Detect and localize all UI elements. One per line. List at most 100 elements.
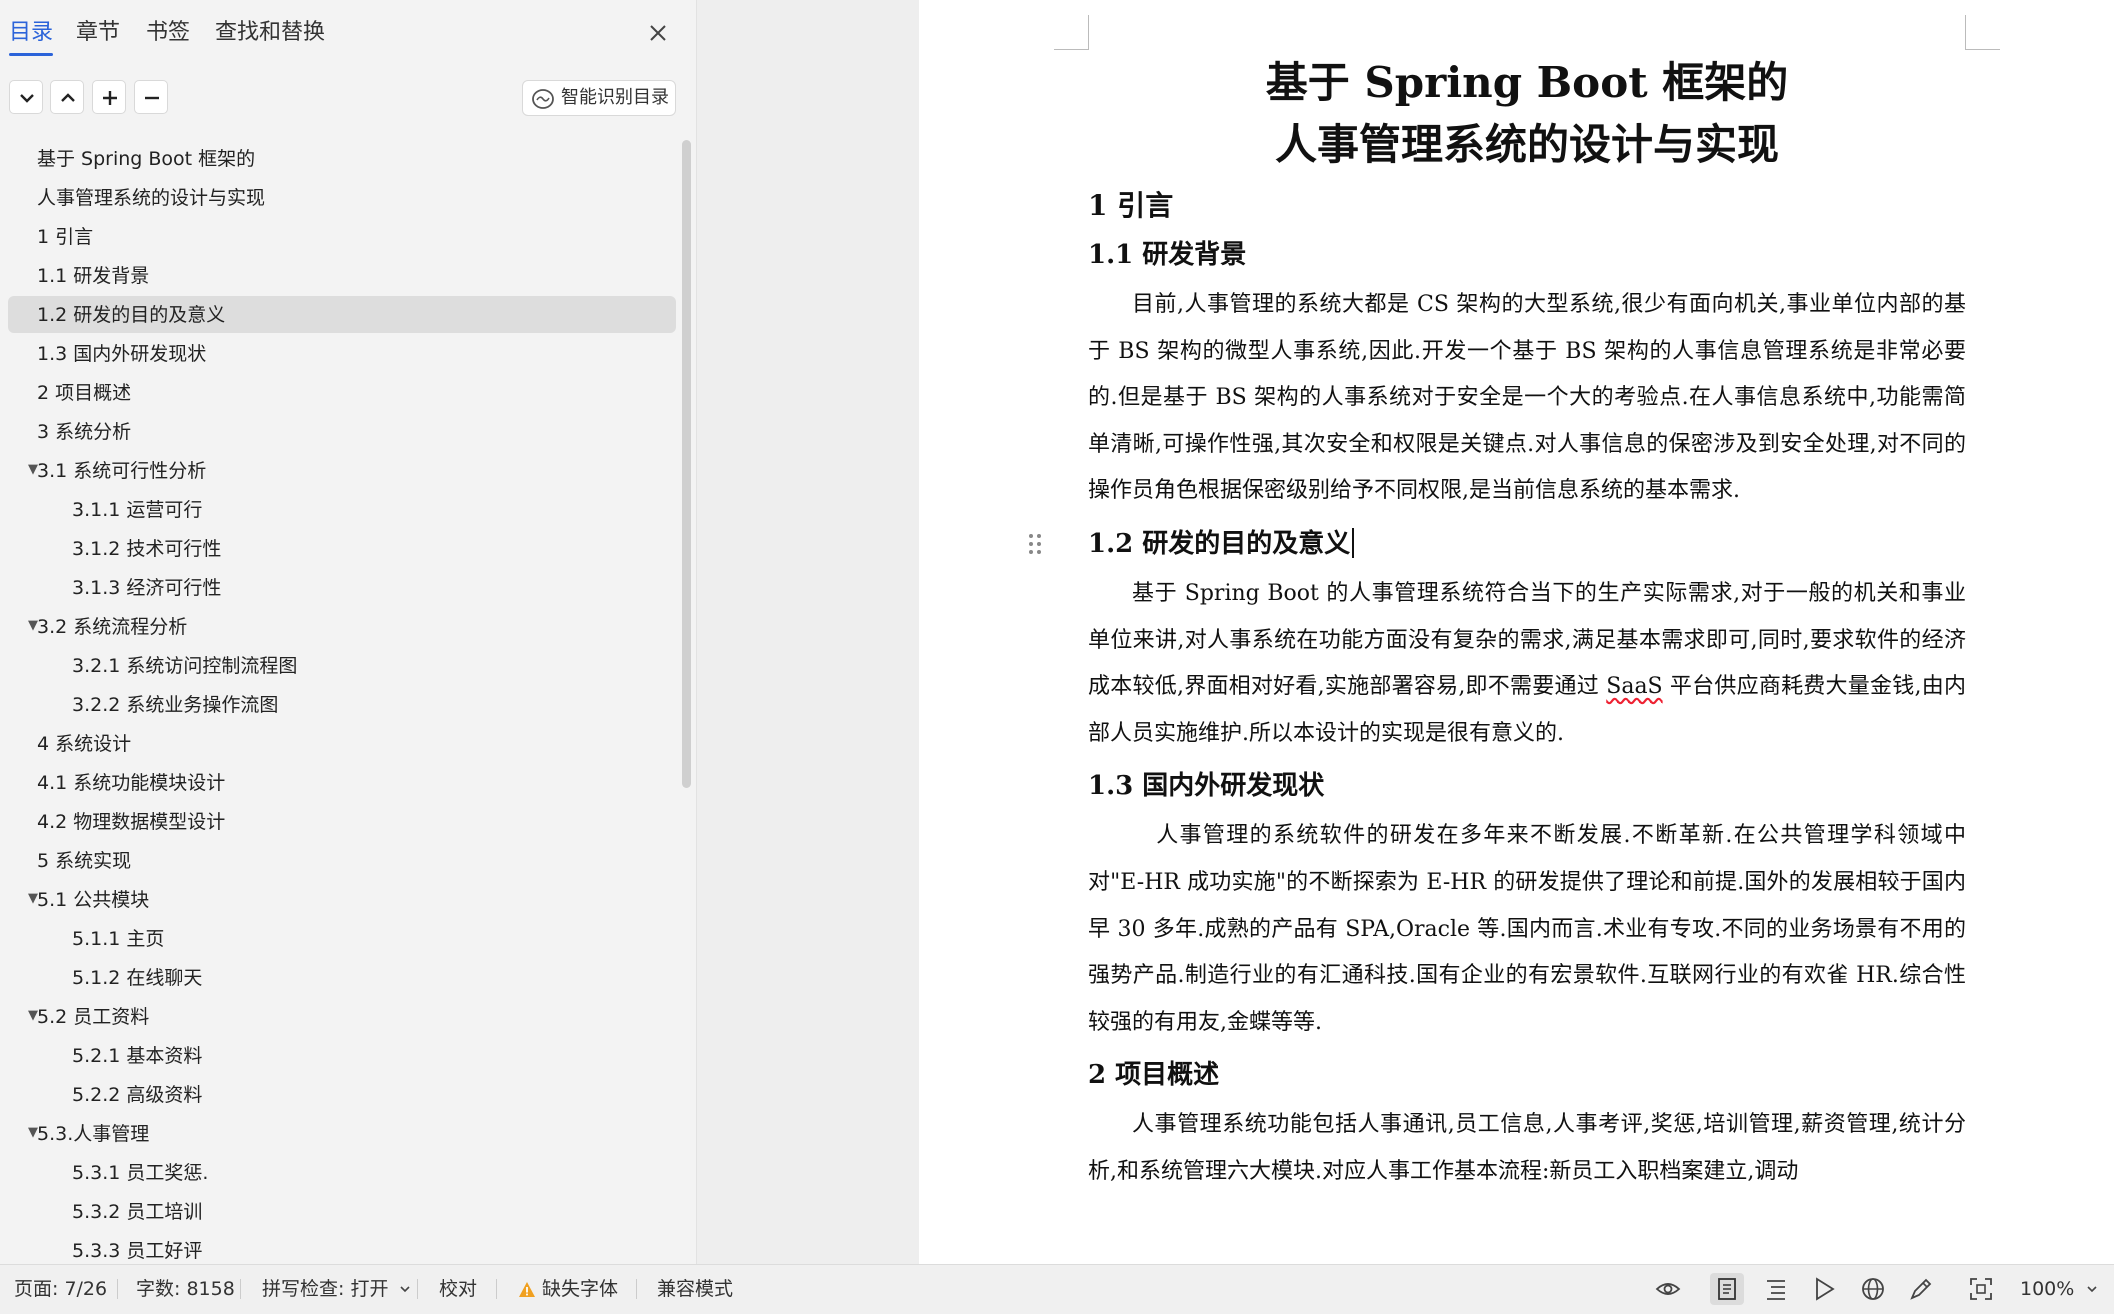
expand-up-button[interactable]: [50, 80, 84, 114]
heading-purpose: 1.2 研发的目的及意义: [1029, 525, 1966, 563]
toc-item[interactable]: 1 引言: [8, 218, 676, 255]
toc-item-label: 5.1.1 主页: [72, 928, 165, 950]
ai-recognize-icon: [532, 89, 554, 109]
page-view-icon: [1718, 1278, 1736, 1300]
outline-view-icon[interactable]: [1764, 1276, 1788, 1302]
toc-item[interactable]: 1.3 国内外研发现状: [8, 335, 676, 372]
toc-item-label: 5.3.3 员工好评: [72, 1240, 203, 1262]
chevron-down-icon: [399, 1286, 410, 1293]
close-panel-button[interactable]: [643, 18, 673, 48]
toc-item[interactable]: 3.1.2 技术可行性: [8, 530, 676, 567]
navigation-panel: 目录 章节 书签 查找和替换 智能识别目录 基于 Spring Boot 框架的…: [0, 0, 697, 1264]
minus-icon: [145, 96, 159, 100]
toc-item[interactable]: 1.2 研发的目的及意义: [8, 296, 676, 333]
toc-item[interactable]: 5.1.2 在线聊天: [8, 959, 676, 996]
drag-handle-icon[interactable]: [1028, 533, 1042, 555]
status-bar: 页面: 7/26 字数: 8158 拼写检查: 打开 校对 缺失字体 兼容模式 …: [0, 1264, 2114, 1314]
zoom-selector[interactable]: 100%: [2020, 1277, 2098, 1301]
divider: [496, 1279, 497, 1299]
eye-icon[interactable]: [1655, 1276, 1681, 1302]
smart-toc-label: 智能识别目录: [561, 87, 669, 108]
chevron-up-icon: [61, 93, 75, 102]
toc-item-label: 5.1 公共模块: [37, 889, 150, 911]
document-page[interactable]: 基于 Spring Boot 框架的 人事管理系统的设计与实现 1 引言 1.1…: [919, 0, 2114, 1264]
pen-icon[interactable]: [1908, 1276, 1934, 1302]
proofread-button[interactable]: 校对: [439, 1277, 477, 1301]
zoom-level: 100%: [2020, 1278, 2075, 1300]
chevron-down-icon: [20, 94, 34, 103]
toc-item[interactable]: ▼ 5.1 公共模块: [8, 881, 676, 918]
toc-item[interactable]: 3 系统分析: [8, 413, 676, 450]
heading-background: 1.1 研发背景: [1088, 240, 1247, 270]
chevron-down-icon: [2087, 1286, 2097, 1293]
toc-scrollbar-thumb[interactable]: [682, 140, 691, 788]
toc-item[interactable]: 5.2.2 高级资料: [8, 1076, 676, 1113]
doc-title-line2: 人事管理系统的设计与实现: [1274, 120, 1779, 169]
toc-list: 基于 Spring Boot 框架的 人事管理系统的设计与实现 1 引言 1.1 研发…: [8, 140, 676, 1264]
toc-toolbar: 智能识别目录: [0, 80, 696, 120]
smart-toc-button[interactable]: 智能识别目录: [522, 80, 676, 116]
spell-check-toggle[interactable]: 拼写检查: 打开: [262, 1277, 411, 1301]
page-indicator[interactable]: 页面: 7/26: [14, 1277, 107, 1301]
toc-item-label: 5.1.2 在线聊天: [72, 967, 203, 989]
toc-item-label: 3.1.3 经济可行性: [72, 577, 222, 599]
toc-item[interactable]: 人事管理系统的设计与实现: [8, 179, 676, 216]
toc-item-label: 3.1.1 运营可行: [72, 499, 203, 521]
toc-item[interactable]: 3.1.1 运营可行: [8, 491, 676, 528]
toc-item-label: 5.2.1 基本资料: [72, 1045, 203, 1067]
toc-item[interactable]: 4.1 系统功能模块设计: [8, 764, 676, 801]
toc-item[interactable]: 5.3.1 员工奖惩.: [8, 1154, 676, 1191]
tab-bookmarks[interactable]: 书签: [146, 18, 190, 48]
text-cursor: [1352, 527, 1355, 558]
toc-item[interactable]: 3.1.3 经济可行性: [8, 569, 676, 606]
toc-item[interactable]: 5.3.3 员工好评: [8, 1232, 676, 1264]
toc-item[interactable]: 3.2.1 系统访问控制流程图: [8, 647, 676, 684]
remove-heading-button[interactable]: [134, 80, 168, 114]
paragraph-status: 人事管理的系统软件的研发在多年来不断发展.不断革新.在公共管理学科领域中对"E-…: [1088, 823, 1966, 1035]
page-corner-mark: [1054, 15, 1089, 50]
collapse-all-button[interactable]: [9, 80, 43, 114]
toc-item[interactable]: 4.2 物理数据模型设计: [8, 803, 676, 840]
toc-item[interactable]: ▼ 5.3.人事管理: [8, 1115, 676, 1152]
paragraph-overview: 人事管理系统功能包括人事通讯,员工信息,人事考评,奖惩,培训管理,薪资管理,统计…: [1088, 1112, 1966, 1184]
add-heading-button[interactable]: [92, 80, 126, 114]
toc-item[interactable]: 5 系统实现: [8, 842, 676, 879]
toc-item-label: 1 引言: [37, 226, 94, 248]
toc-item[interactable]: ▼ 3.1 系统可行性分析: [8, 452, 676, 489]
toc-item[interactable]: ▼ 3.2 系统流程分析: [8, 608, 676, 645]
missing-font-label: 缺失字体: [542, 1278, 619, 1300]
toc-item-label: 1.3 国内外研发现状: [37, 343, 207, 365]
tab-toc[interactable]: 目录: [9, 18, 54, 56]
divider: [417, 1279, 418, 1299]
toc-item[interactable]: 基于 Spring Boot 框架的: [8, 140, 676, 177]
heading-purpose-text: 1.2 研发的目的及意义: [1088, 528, 1351, 559]
toc-item[interactable]: ▼ 5.2 员工资料: [8, 998, 676, 1035]
play-icon[interactable]: [1812, 1276, 1836, 1302]
toc-item-label: 1.1 研发背景: [37, 265, 150, 287]
toc-item-label: 5.3.2 员工培训: [72, 1201, 203, 1223]
toc-item[interactable]: 4 系统设计: [8, 725, 676, 762]
toc-item[interactable]: 1.1 研发背景: [8, 257, 676, 294]
divider: [636, 1279, 637, 1299]
document-area: 基于 Spring Boot 框架的 人事管理系统的设计与实现 1 引言 1.1…: [697, 0, 2114, 1264]
toc-item-label: 3.1.2 技术可行性: [72, 538, 222, 560]
divider: [240, 1279, 241, 1299]
word-count[interactable]: 字数: 8158: [136, 1277, 235, 1301]
toc-item-label: 5.2 员工资料: [37, 1006, 150, 1028]
globe-icon[interactable]: [1860, 1276, 1886, 1302]
missing-font-button[interactable]: 缺失字体: [518, 1277, 618, 1301]
warning-icon: [519, 1282, 535, 1297]
tab-chapters[interactable]: 章节: [76, 18, 120, 48]
toc-item[interactable]: 2 项目概述: [8, 374, 676, 411]
fit-page-icon[interactable]: [1968, 1276, 1994, 1302]
toc-item[interactable]: 5.3.2 员工培训: [8, 1193, 676, 1230]
toc-item[interactable]: 5.2.1 基本资料: [8, 1037, 676, 1074]
toc-item[interactable]: 3.2.2 系统业务操作流图: [8, 686, 676, 723]
compat-mode-label[interactable]: 兼容模式: [657, 1277, 733, 1301]
heading-status: 1.3 国内外研发现状: [1088, 771, 1325, 802]
paragraph-background: 目前,人事管理的系统大都是 CS 架构的大型系统,很少有面向机关,事业单位内部的…: [1088, 292, 1966, 504]
spell-error-word[interactable]: SaaS: [1606, 674, 1662, 699]
tab-find-replace[interactable]: 查找和替换: [215, 18, 325, 48]
toc-item[interactable]: 5.1.1 主页: [8, 920, 676, 957]
page-view-button[interactable]: [1710, 1273, 1744, 1305]
